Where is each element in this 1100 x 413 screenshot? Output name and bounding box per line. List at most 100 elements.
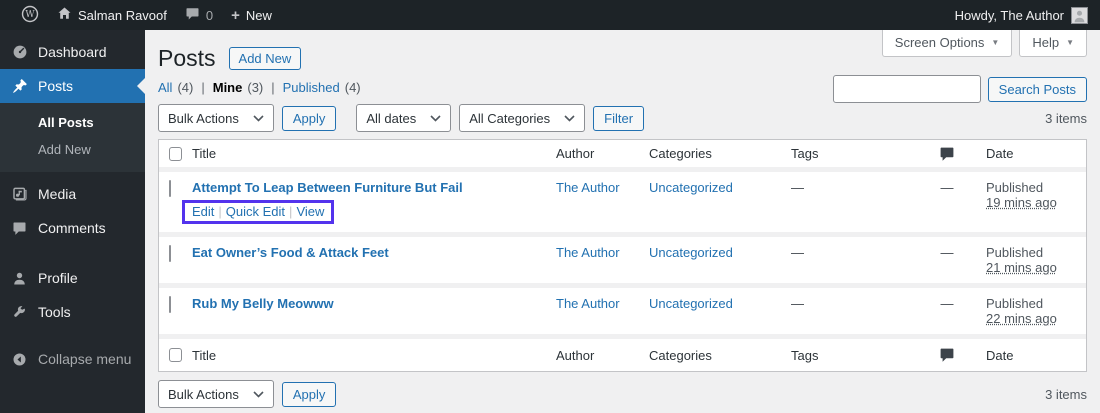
sidebar-item-posts[interactable]: Posts [0,69,145,103]
author-link[interactable]: The Author [556,296,620,311]
table-row: Eat Owner’s Food & Attack Feet The Autho… [159,237,1086,288]
collapse-menu-label: Collapse menu [38,351,132,367]
wordpress-logo[interactable]: W [12,0,48,30]
profile-icon [10,271,29,286]
sidebar-item-label: Dashboard [38,44,107,60]
category-link[interactable]: Uncategorized [649,245,733,260]
add-new-button[interactable]: Add New [228,47,302,70]
post-date: 19 mins ago [986,195,1057,210]
screen-options-label: Screen Options [894,35,985,50]
sidebar-item-label: Media [38,186,77,202]
apply-button-bottom[interactable]: Apply [281,381,337,407]
sidebar-item-dashboard[interactable]: Dashboard [0,35,145,69]
search-input[interactable] [832,75,981,103]
column-footer-date[interactable]: Date [986,348,1086,363]
category-link[interactable]: Uncategorized [649,296,733,311]
sidebar-item-media[interactable]: Media [0,177,145,211]
sidebar-item-label: Comments [38,220,106,236]
collapse-menu-button[interactable]: Collapse menu [0,342,145,376]
column-header-date[interactable]: Date [986,146,1086,161]
sidebar-item-add-new[interactable]: Add New [0,136,145,163]
comment-bubble-icon [185,6,200,24]
column-header-tags: Tags [791,146,819,161]
post-date: 22 mins ago [986,311,1057,326]
category-link[interactable]: Uncategorized [649,180,733,195]
search-posts-button[interactable]: Search Posts [987,76,1087,102]
column-footer-title[interactable]: Title [192,348,556,363]
all-dates-select[interactable]: All dates [356,104,452,132]
filter-button[interactable]: Filter [593,105,645,131]
chevron-down-icon: ▼ [991,38,1000,47]
home-icon [57,6,72,24]
view-separator: | [271,80,275,95]
tags-value: — [791,180,804,195]
comments-value: — [940,245,954,260]
quick-edit-link[interactable]: Quick Edit [226,204,285,219]
edit-link[interactable]: Edit [192,204,214,219]
sidebar-item-comments[interactable]: Comments [0,211,145,245]
view-all-link[interactable]: All [158,80,172,95]
view-separator: | [201,80,205,95]
admin-sidebar: Dashboard Posts All Posts Add New Media … [0,30,145,413]
table-header-row: Title Author Categories Tags Date [159,140,1086,172]
column-header-author: Author [556,146,595,161]
row-actions: Edit | Quick Edit | View [182,200,546,224]
sidebar-item-all-posts[interactable]: All Posts [0,109,145,136]
tags-value: — [791,296,804,311]
author-link[interactable]: The Author [556,245,620,260]
tags-value: — [791,245,804,260]
chevron-down-icon: ▼ [1066,38,1074,47]
select-all-checkbox[interactable] [169,146,182,161]
help-label: Help [1032,35,1060,50]
sidebar-item-label: Posts [38,78,74,94]
post-status: Published [986,245,1044,260]
chevron-down-icon [430,114,441,122]
select-all-checkbox[interactable] [169,348,182,362]
post-title-link[interactable]: Rub My Belly Meowww [192,296,334,311]
column-footer-categories: Categories [649,347,712,363]
site-name-label: Salman Ravoof [78,7,167,23]
view-mine-link[interactable]: Mine [213,80,243,95]
comments-count: 0 [205,7,214,23]
bulk-actions-select-bottom[interactable]: Bulk Actions [158,380,274,408]
column-header-title[interactable]: Title [192,146,556,161]
svg-text:W: W [25,10,35,20]
row-checkbox[interactable] [169,180,171,197]
all-categories-select[interactable]: All Categories [459,104,586,132]
post-status: Published [986,296,1044,311]
site-name-link[interactable]: Salman Ravoof [48,0,176,30]
author-link[interactable]: The Author [556,180,620,195]
table-row: Attempt To Leap Between Furniture But Fa… [159,172,1086,237]
admin-bar-comments-link[interactable]: 0 [176,0,222,30]
view-published-link[interactable]: Published [283,80,340,95]
howdy-label[interactable]: Howdy, The Author [955,8,1064,23]
bulk-actions-select[interactable]: Bulk Actions [158,104,274,132]
help-button[interactable]: Help ▼ [1019,30,1087,57]
comments-column-icon [918,145,986,162]
post-title-link[interactable]: Attempt To Leap Between Furniture But Fa… [192,180,463,195]
sidebar-item-profile[interactable]: Profile [0,261,145,295]
column-footer-author: Author [556,347,595,363]
row-checkbox[interactable] [169,245,171,262]
pushpin-icon [10,78,29,94]
plus-icon: + [231,6,240,24]
screen-options-button[interactable]: Screen Options ▼ [881,30,1013,57]
post-title-link[interactable]: Eat Owner’s Food & Attack Feet [192,245,389,260]
chevron-down-icon [253,390,264,398]
posts-table: Title Author Categories Tags Date Attemp… [158,139,1087,372]
collapse-icon [10,352,29,367]
column-header-categories: Categories [649,146,712,161]
comments-icon [10,221,29,236]
new-label: New [245,7,272,23]
view-published-count: (4) [344,80,361,95]
admin-bar-new-link[interactable]: + New [222,0,281,30]
view-all-count: (4) [177,80,194,95]
main-content: Screen Options ▼ Help ▼ Posts Add New Se… [145,30,1100,413]
avatar[interactable] [1071,6,1088,24]
comments-value: — [940,296,954,311]
tablenav-top: Bulk Actions Apply All dates All Categor… [158,104,1087,132]
apply-button[interactable]: Apply [281,105,337,131]
row-checkbox[interactable] [169,296,171,313]
sidebar-item-tools[interactable]: Tools [0,295,145,329]
view-link[interactable]: View [296,204,324,219]
